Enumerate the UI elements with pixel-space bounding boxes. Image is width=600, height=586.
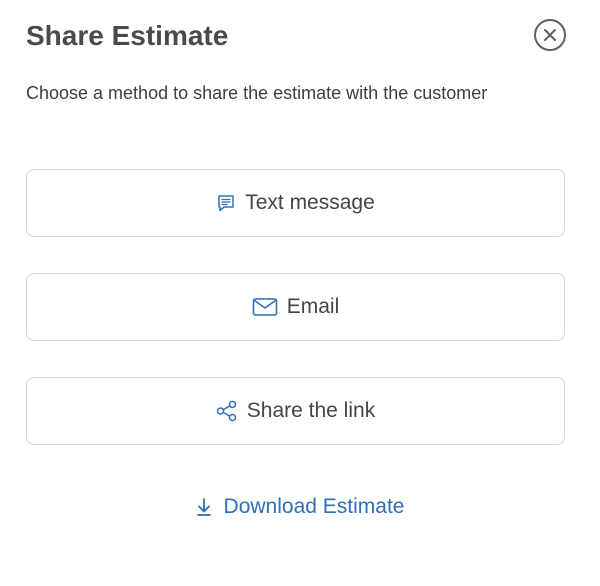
share-estimate-dialog: Share Estimate Choose a method to share … — [0, 0, 600, 586]
email-label: Email — [286, 295, 340, 318]
download-icon — [196, 497, 212, 517]
download-estimate-label: Download Estimate — [223, 495, 405, 518]
share-link-button[interactable]: Share the link — [26, 377, 565, 445]
email-button[interactable]: Email — [26, 273, 565, 341]
text-message-button[interactable]: Text message — [26, 169, 565, 237]
download-estimate-link[interactable]: Download Estimate — [0, 492, 600, 522]
dialog-subtitle: Choose a method to share the estimate wi… — [26, 83, 488, 103]
close-icon — [543, 28, 557, 42]
text-message-label: Text message — [245, 191, 375, 214]
envelope-icon — [252, 297, 278, 317]
dialog-title: Share Estimate — [26, 20, 229, 51]
message-icon — [216, 193, 236, 213]
share-link-label: Share the link — [246, 399, 376, 422]
close-button[interactable] — [534, 19, 566, 51]
share-icon — [216, 400, 238, 422]
